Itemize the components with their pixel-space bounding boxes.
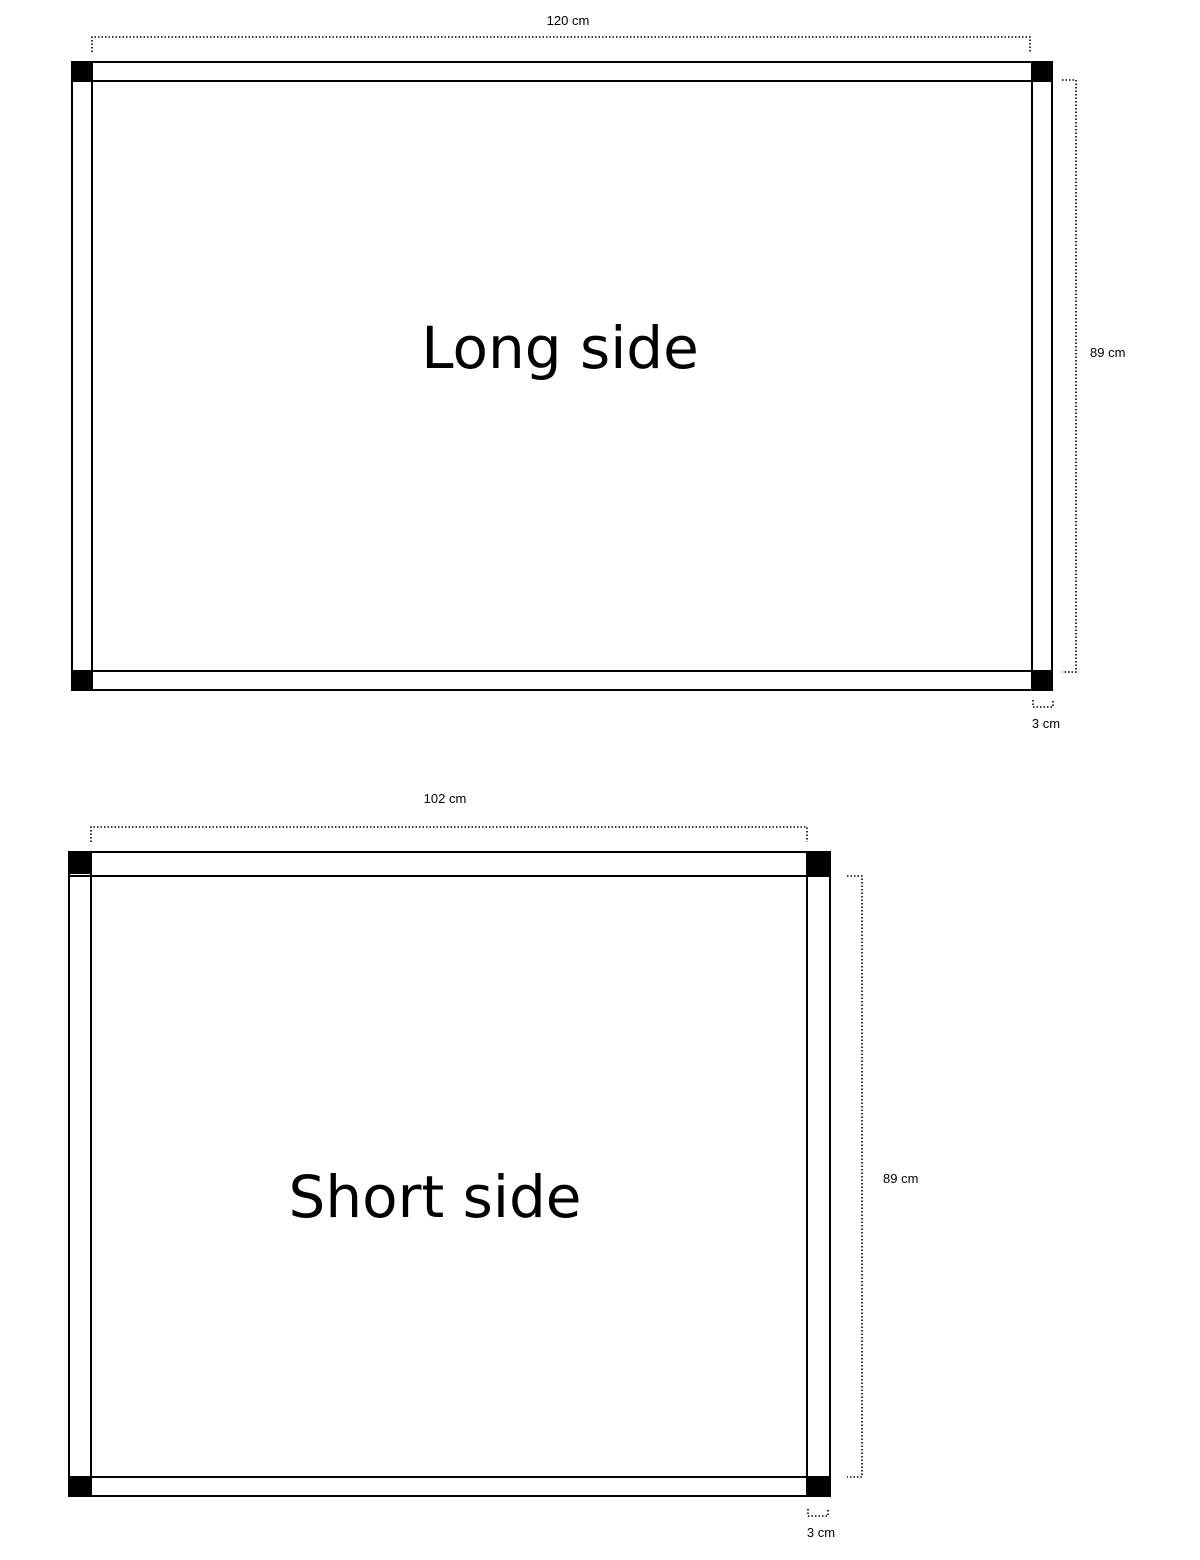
- long-top-rail: [91, 61, 1033, 82]
- short-corner-top-left: [69, 852, 91, 874]
- long-post-dimension-line: [1032, 700, 1054, 708]
- frame-diagrams: 120 cm Long side 89 cm 3 cm 102 cm Short…: [68, 13, 1125, 1540]
- short-corner-top-right: [806, 852, 830, 876]
- short-post-label: 3 cm: [807, 1525, 835, 1540]
- long-width-label: 120 cm: [547, 13, 590, 28]
- long-bottom-rail: [91, 670, 1033, 691]
- short-bottom-rail: [90, 1476, 808, 1497]
- long-corner-bottom-left: [72, 671, 92, 690]
- short-post-dimension-line: [807, 1509, 829, 1517]
- short-left-post: [68, 875, 92, 1478]
- short-corner-bottom-left: [69, 1477, 91, 1496]
- long-corner-top-left: [72, 62, 92, 81]
- long-side-title: Long side: [421, 314, 699, 382]
- long-corner-bottom-right: [1032, 671, 1052, 690]
- long-post-label: 3 cm: [1032, 716, 1060, 731]
- long-side-panel: 120 cm Long side 89 cm 3 cm: [71, 13, 1125, 731]
- short-height-dimension-line: [847, 875, 863, 1478]
- short-top-rail: [90, 851, 808, 877]
- short-side-title: Short side: [289, 1163, 582, 1231]
- short-corner-bottom-right: [807, 1477, 830, 1496]
- long-corner-top-right: [1032, 62, 1052, 81]
- short-side-panel: 102 cm Short side 89 cm 3 cm: [68, 791, 918, 1540]
- short-width-dimension-line: [90, 826, 808, 842]
- short-height-label: 89 cm: [883, 1171, 918, 1186]
- short-width-label: 102 cm: [424, 791, 467, 806]
- long-height-dimension-line: [1062, 79, 1077, 673]
- long-left-post: [71, 80, 93, 672]
- long-width-dimension-line: [91, 36, 1031, 52]
- short-right-post: [806, 875, 831, 1478]
- long-height-label: 89 cm: [1090, 345, 1125, 360]
- long-right-post: [1031, 80, 1053, 672]
